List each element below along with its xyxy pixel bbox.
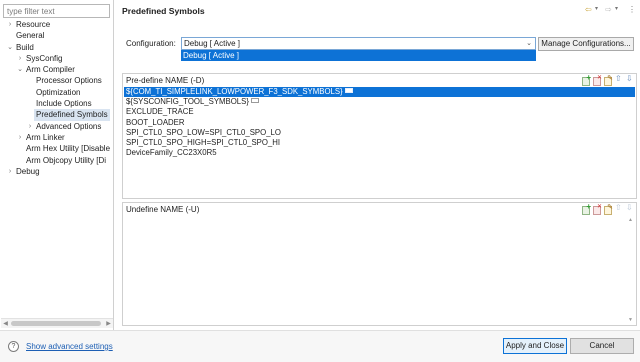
property-tree: › Resource General ⌄ Build › SysConfig ⌄… bbox=[0, 19, 113, 177]
list-item[interactable]: EXCLUDE_TRACE bbox=[124, 107, 635, 117]
navigation-pane: › Resource General ⌄ Build › SysConfig ⌄… bbox=[0, 0, 114, 330]
view-menu-icon[interactable]: ⋮ bbox=[628, 4, 636, 15]
tree-item-label: Arm Objcopy Utility [Di bbox=[26, 155, 107, 165]
configuration-value: Debug [ Active ] bbox=[184, 39, 241, 48]
tree-item-include-options[interactable]: Include Options bbox=[0, 98, 113, 109]
tree-item-label: General bbox=[16, 31, 45, 41]
undefine-list-panel: Undefine NAME (-U) ▲ ▼ bbox=[122, 202, 637, 326]
edit-icon[interactable] bbox=[603, 203, 613, 215]
scroll-right-icon[interactable]: ▶ bbox=[104, 319, 113, 329]
list-item[interactable]: DeviceFamily_CC23X0R5 bbox=[124, 148, 635, 158]
predefine-header: Pre-define NAME (-D) bbox=[126, 76, 205, 85]
tree-item-label: Resource bbox=[16, 20, 51, 29]
ellipsis-icon[interactable] bbox=[344, 88, 353, 93]
properties-page: Predefined Symbols ⇦ ▾ ⇨ ▾ ⋮ Configurati… bbox=[115, 0, 640, 330]
tree-item-label: Build bbox=[16, 42, 34, 52]
help-icon[interactable]: ? bbox=[8, 341, 19, 352]
tree-item-resource[interactable]: › Resource bbox=[0, 19, 113, 30]
list-item-label: SPI_CTL0_SPO_LOW=SPI_CTL0_SPO_LO bbox=[126, 127, 281, 137]
tree-item-advanced-options[interactable]: › Advanced Options bbox=[0, 121, 113, 132]
move-down-icon[interactable] bbox=[625, 74, 634, 85]
undefine-toolbar bbox=[581, 202, 634, 215]
tree-item-general[interactable]: General bbox=[0, 30, 113, 41]
apply-and-close-button[interactable]: Apply and Close bbox=[503, 338, 567, 354]
tree-item-label: Arm Hex Utility [Disable bbox=[26, 144, 111, 154]
chevron-down-icon[interactable]: ⌄ bbox=[526, 38, 532, 49]
list-item[interactable]: SPI_CTL0_SPO_HIGH=SPI_CTL0_SPO_HI bbox=[124, 138, 635, 148]
forward-arrow-icon[interactable]: ⇨ bbox=[605, 4, 612, 15]
delete-icon[interactable] bbox=[592, 203, 602, 215]
chevron-right-icon[interactable]: › bbox=[26, 121, 34, 132]
cancel-button[interactable]: Cancel bbox=[570, 338, 634, 354]
tree-item-label: Arm Linker bbox=[26, 132, 65, 142]
filter-input[interactable] bbox=[3, 4, 110, 18]
scrollbar-thumb[interactable] bbox=[11, 321, 101, 326]
list-item[interactable]: ${SYSCONFIG_TOOL_SYMBOLS} bbox=[124, 97, 635, 107]
edit-icon[interactable] bbox=[603, 74, 613, 86]
list-item-label: ${COM_TI_SIMPLELINK_LOWPOWER_F3_SDK_SYMB… bbox=[126, 87, 343, 96]
tree-item-label: SysConfig bbox=[26, 53, 63, 63]
undefine-vertical-scrollbar[interactable]: ▲ ▼ bbox=[626, 216, 635, 324]
tree-item-optimization[interactable]: Optimization bbox=[0, 87, 113, 98]
list-item-label: BOOT_LOADER bbox=[126, 117, 185, 127]
manage-configurations-button[interactable]: Manage Configurations... bbox=[538, 37, 634, 51]
chevron-down-icon[interactable]: ⌄ bbox=[6, 42, 14, 53]
predefine-list[interactable]: ${COM_TI_SIMPLELINK_LOWPOWER_F3_SDK_SYMB… bbox=[124, 87, 635, 158]
tree-item-processor-options[interactable]: Processor Options bbox=[0, 75, 113, 86]
add-icon[interactable] bbox=[581, 73, 591, 86]
tree-horizontal-scrollbar[interactable]: ◀ ▶ bbox=[1, 318, 113, 328]
configuration-dropdown-option[interactable]: Debug [ Active ] bbox=[181, 50, 536, 61]
delete-icon[interactable] bbox=[592, 74, 602, 86]
list-item[interactable]: SPI_CTL0_SPO_LOW=SPI_CTL0_SPO_LO bbox=[124, 128, 635, 138]
forward-dropdown-icon[interactable]: ▾ bbox=[615, 4, 618, 15]
tree-item-label: Predefined Symbols bbox=[34, 109, 110, 121]
tree-item-predefined-symbols[interactable]: Predefined Symbols bbox=[0, 109, 113, 121]
scroll-left-icon[interactable]: ◀ bbox=[1, 319, 10, 329]
configuration-select[interactable]: Debug [ Active ] ⌄ bbox=[181, 37, 536, 50]
list-item-label: DeviceFamily_CC23X0R5 bbox=[126, 148, 217, 158]
tree-item-label: Arm Compiler bbox=[26, 65, 75, 75]
chevron-down-icon[interactable]: ⌄ bbox=[16, 64, 24, 75]
ellipsis-icon[interactable] bbox=[250, 98, 259, 104]
tree-item-label: Processor Options bbox=[36, 76, 102, 86]
tree-item-label: Debug bbox=[16, 166, 40, 176]
page-title: Predefined Symbols bbox=[122, 6, 205, 16]
scroll-down-icon[interactable]: ▼ bbox=[626, 316, 635, 324]
chevron-right-icon[interactable]: › bbox=[16, 53, 24, 64]
scroll-up-icon[interactable]: ▲ bbox=[626, 216, 635, 224]
back-arrow-icon[interactable]: ⇦ bbox=[585, 4, 592, 15]
list-item[interactable]: BOOT_LOADER bbox=[124, 118, 635, 128]
add-icon[interactable] bbox=[581, 202, 591, 215]
configuration-label: Configuration: bbox=[126, 39, 176, 48]
predefine-toolbar bbox=[581, 73, 634, 86]
tree-item-arm-compiler[interactable]: ⌄ Arm Compiler bbox=[0, 64, 113, 75]
show-advanced-settings-link[interactable]: Show advanced settings bbox=[26, 342, 113, 351]
move-up-icon[interactable] bbox=[614, 74, 623, 85]
list-item[interactable]: ${COM_TI_SIMPLELINK_LOWPOWER_F3_SDK_SYMB… bbox=[124, 87, 635, 98]
tree-item-arm-objcopy-utility[interactable]: Arm Objcopy Utility [Di bbox=[0, 155, 113, 166]
chevron-right-icon[interactable]: › bbox=[16, 132, 24, 143]
undefine-header: Undefine NAME (-U) bbox=[126, 205, 200, 214]
tree-item-sysconfig[interactable]: › SysConfig bbox=[0, 53, 113, 64]
predefine-list-panel: Pre-define NAME (-D) ${COM_TI_SIMPLELINK… bbox=[122, 73, 637, 199]
tree-item-label: Advanced Options bbox=[36, 121, 102, 131]
list-item-label: ${SYSCONFIG_TOOL_SYMBOLS} bbox=[126, 97, 249, 107]
move-down-icon[interactable] bbox=[625, 203, 634, 214]
tree-item-arm-linker[interactable]: › Arm Linker bbox=[0, 132, 113, 143]
tree-item-label: Optimization bbox=[36, 87, 81, 97]
tree-item-debug[interactable]: › Debug bbox=[0, 166, 113, 177]
tree-item-arm-hex-utility[interactable]: Arm Hex Utility [Disable bbox=[0, 143, 113, 154]
chevron-right-icon[interactable]: › bbox=[6, 19, 14, 30]
chevron-right-icon[interactable]: › bbox=[6, 166, 14, 177]
tree-item-build[interactable]: ⌄ Build bbox=[0, 42, 113, 53]
move-up-icon[interactable] bbox=[614, 203, 623, 214]
list-item-label: SPI_CTL0_SPO_HIGH=SPI_CTL0_SPO_HI bbox=[126, 137, 281, 147]
tree-item-label: Include Options bbox=[36, 99, 92, 109]
list-item-label: EXCLUDE_TRACE bbox=[126, 107, 194, 117]
back-dropdown-icon[interactable]: ▾ bbox=[595, 4, 598, 15]
